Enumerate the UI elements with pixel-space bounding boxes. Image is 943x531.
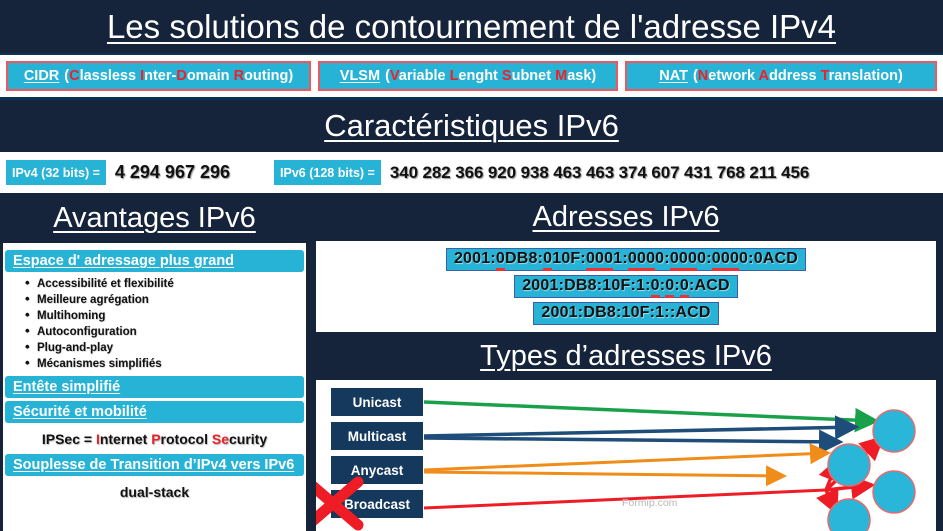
page-title: Les solutions de contournement de l'adre… [106, 7, 837, 45]
avantages-body: Espace d' adressage plus grand Accessibi… [3, 243, 306, 531]
ipv6-address-full: 2001:0DB8:010F:0001:0000:0000:0000:0ACD [445, 248, 807, 271]
adresses-title-bar: Adresses IPv6 [309, 193, 943, 241]
avantage-band-entete-simplifie: Entête simplifié [5, 376, 304, 398]
acronym-name-nat: NAT [659, 68, 688, 84]
acronym-box-vlsm[interactable]: VLSM (Variable Lenght Subnet Mask) [318, 61, 618, 91]
avantages-column: Avantages IPv6 Espace d' adressage plus … [0, 193, 309, 531]
acronym-expansion-vlsm: (Variable Lenght Subnet Mask) [385, 68, 597, 84]
ipv4-address-count: 4 294 967 296 [114, 162, 231, 182]
types-title: Types d’adresses IPv6 [480, 340, 772, 372]
ipv6-address-count: 340 282 366 920 938 463 463 374 607 431 … [389, 162, 810, 182]
network-node [872, 409, 916, 453]
ipv4-bits-label: IPv4 (32 bits) = [6, 160, 106, 185]
adresses-body: 2001:0DB8:010F:0001:0000:0000:0000:0ACD … [316, 241, 936, 332]
avantage-band-souplesse-transition: Souplesse de Transition d’IPv4 vers IPv6 [5, 454, 304, 476]
ipsec-definition: IPSec = Internet Protocol Security [41, 431, 268, 447]
cross-out-icon [316, 476, 364, 531]
ipv4-bits-group: IPv4 (32 bits) = 4 294 967 296 [6, 160, 230, 185]
acronym-expansion-nat: (Network Address Translation) [692, 68, 903, 84]
arrow-unicast [423, 400, 880, 433]
dual-stack-text: dual-stack [119, 484, 190, 500]
arrow-anycast [423, 443, 831, 487]
type-label-multicast[interactable]: Multicast [331, 422, 423, 450]
network-node [827, 443, 871, 487]
watermark: Formip.com [622, 497, 678, 509]
list-item: Accessibilité et flexibilité [25, 275, 306, 292]
caracteristiques-title: Caractéristiques IPv6 [324, 108, 619, 143]
ipv6-bits-group: IPv6 (128 bits) = 340 282 366 920 938 46… [274, 160, 809, 185]
acronym-name-cidr: CIDR [23, 68, 60, 84]
ipv6-address-compressed: 2001:DB8:10F:1::ACD [533, 302, 719, 325]
acronym-expansion-cidr: (Classless Inter-Domain Routing) [64, 68, 294, 84]
avantages-title: Avantages IPv6 [53, 202, 256, 234]
acronym-box-nat[interactable]: NAT (Network Address Translation) [625, 61, 937, 91]
network-node [827, 498, 871, 531]
network-node [872, 470, 916, 514]
type-label-unicast[interactable]: Unicast [331, 388, 423, 416]
acronym-strip: CIDR (Classless Inter-Domain Routing) VL… [0, 53, 943, 100]
ipv6-address-zeros-trimmed: 2001:DB8:10F:1:0:0:0:ACD [514, 275, 738, 298]
avantage-band-espace-adressage: Espace d' adressage plus grand [5, 250, 304, 272]
avantage-band-securite-mobilite: Sécurité et mobilité [5, 401, 304, 423]
arrow-multicast [423, 415, 860, 455]
main-title-bar: Les solutions de contournement de l'adre… [0, 0, 943, 53]
list-item: Autoconfiguration [25, 323, 306, 340]
types-diagram: Unicast Multicast Anycast Broadcast Form… [316, 380, 936, 531]
adresses-column: Adresses IPv6 2001:0DB8:010F:0001:0000:0… [309, 193, 943, 531]
list-item: Meilleure agrégation [25, 291, 306, 308]
list-item: Multihoming [25, 307, 306, 324]
avantages-bullet-list: Accessibilité et flexibilité Meilleure a… [3, 275, 306, 372]
ipv6-bits-label: IPv6 (128 bits) = [274, 160, 381, 185]
avantages-title-bar: Avantages IPv6 [0, 193, 309, 243]
bits-row: IPv4 (32 bits) = 4 294 967 296 IPv6 (128… [0, 152, 943, 193]
acronym-box-cidr[interactable]: CIDR (Classless Inter-Domain Routing) [6, 61, 311, 91]
list-item: Mécanismes simplifiés [25, 355, 306, 372]
caracteristiques-title-bar: Caractéristiques IPv6 [0, 100, 943, 152]
page-title-text: Les solutions de contournement de l'adre… [106, 7, 837, 45]
types-title-bar: Types d’adresses IPv6 [309, 332, 943, 380]
adresses-title: Adresses IPv6 [532, 201, 720, 233]
infographic-page: Les solutions de contournement de l'adre… [0, 0, 943, 531]
main-content: Avantages IPv6 Espace d' adressage plus … [0, 193, 943, 531]
acronym-name-vlsm: VLSM [339, 68, 381, 84]
list-item: Plug-and-play [25, 339, 306, 356]
